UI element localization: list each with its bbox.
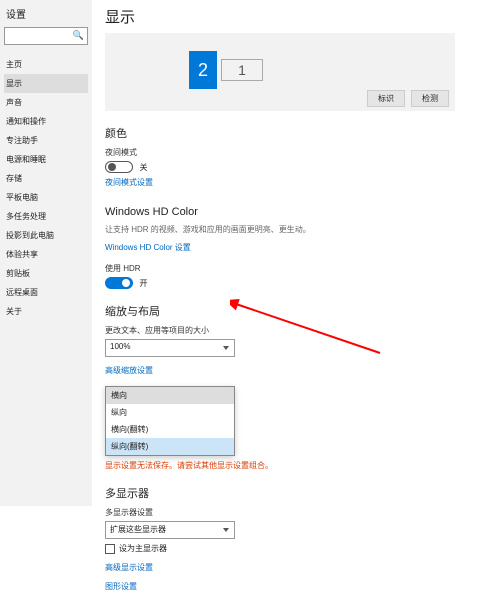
nav-item-7[interactable]: 平板电脑 [4, 188, 88, 207]
search-input[interactable]: 🔍 [4, 27, 88, 45]
search-field[interactable] [5, 31, 75, 41]
night-mode-label: 夜间模式 [105, 147, 494, 158]
display-arrangement[interactable]: 2 1 标识 检测 [105, 33, 455, 111]
nav-item-1[interactable]: 显示 [4, 74, 88, 93]
nav-item-4[interactable]: 专注助手 [4, 131, 88, 150]
main-content: 显示 2 1 标识 检测 颜色 夜间模式 关 夜间模式设置 Windows HD… [105, 6, 494, 596]
settings-sidebar: 设置 🔍 主页显示声音通知和操作专注助手电源和睡眠存储平板电脑多任务处理投影到此… [0, 0, 92, 506]
multi-combo[interactable]: 扩展这些显示器 [105, 521, 235, 539]
nav-item-0[interactable]: 主页 [4, 55, 88, 74]
scale-section: 缩放与布局 更改文本、应用等项目的大小 100% 高级缩放设置 横向 纵向 横向… [105, 303, 494, 471]
orientation-dropdown[interactable]: 横向 纵向 横向(翻转) 纵向(翻转) [105, 386, 235, 456]
scale-combo[interactable]: 100% [105, 339, 235, 357]
nav-item-9[interactable]: 投影到此电脑 [4, 226, 88, 245]
multi-display-section: 多显示器 多显示器设置 扩展这些显示器 设为主显示器 高级显示设置 图形设置 [105, 485, 494, 596]
color-section: 颜色 夜间模式 关 夜间模式设置 [105, 125, 494, 192]
primary-display-checkbox[interactable]: 设为主显示器 [105, 543, 494, 554]
nav-item-5[interactable]: 电源和睡眠 [4, 150, 88, 169]
nav-item-3[interactable]: 通知和操作 [4, 112, 88, 131]
orientation-option-landscape-flip[interactable]: 横向(翻转) [106, 421, 234, 438]
nav-item-12[interactable]: 远程桌面 [4, 283, 88, 302]
hdr-description: 让支持 HDR 的视频、游戏和应用的画面更明亮、更生动。 [105, 224, 494, 235]
identify-button[interactable]: 标识 [367, 90, 405, 107]
nav-item-10[interactable]: 体验共享 [4, 245, 88, 264]
multi-label: 多显示器设置 [105, 507, 494, 518]
use-hdr-toggle[interactable] [105, 277, 133, 289]
nav-item-6[interactable]: 存储 [4, 169, 88, 188]
orientation-option-portrait[interactable]: 纵向 [106, 404, 234, 421]
nav-item-8[interactable]: 多任务处理 [4, 207, 88, 226]
page-title: 显示 [105, 6, 494, 27]
search-icon: 🔍 [73, 30, 84, 41]
hdr-heading: Windows HD Color [105, 206, 494, 218]
night-mode-state: 关 [140, 162, 148, 173]
monitor-2[interactable]: 2 [189, 51, 217, 89]
nav-item-11[interactable]: 剪贴板 [4, 264, 88, 283]
color-heading: 颜色 [105, 125, 494, 141]
settings-title: 设置 [6, 6, 88, 21]
scale-heading: 缩放与布局 [105, 303, 494, 319]
hdr-section: Windows HD Color 让支持 HDR 的视频、游戏和应用的画面更明亮… [105, 206, 494, 289]
detect-button[interactable]: 检测 [411, 90, 449, 107]
checkbox-icon [105, 544, 115, 554]
orientation-option-landscape[interactable]: 横向 [106, 387, 234, 404]
nav-item-2[interactable]: 声音 [4, 93, 88, 112]
scale-text-label: 更改文本、应用等项目的大小 [105, 325, 494, 336]
display-error-text: 显示设置无法保存。请尝试其他显示设置组合。 [105, 460, 494, 471]
advanced-display-link[interactable]: 高级显示设置 [105, 562, 153, 573]
primary-display-label: 设为主显示器 [119, 543, 167, 554]
monitor-1[interactable]: 1 [221, 59, 263, 81]
nav-item-13[interactable]: 关于 [4, 302, 88, 321]
use-hdr-state: 开 [140, 278, 148, 289]
night-mode-toggle[interactable] [105, 161, 133, 173]
hdr-settings-link[interactable]: Windows HD Color 设置 [105, 242, 191, 253]
night-mode-settings-link[interactable]: 夜间模式设置 [105, 177, 153, 188]
use-hdr-label: 使用 HDR [105, 263, 494, 274]
orientation-option-portrait-flip[interactable]: 纵向(翻转) [106, 438, 234, 455]
multi-heading: 多显示器 [105, 485, 494, 501]
advanced-scale-link[interactable]: 高级缩放设置 [105, 365, 153, 376]
graphics-settings-link[interactable]: 图形设置 [105, 581, 137, 592]
